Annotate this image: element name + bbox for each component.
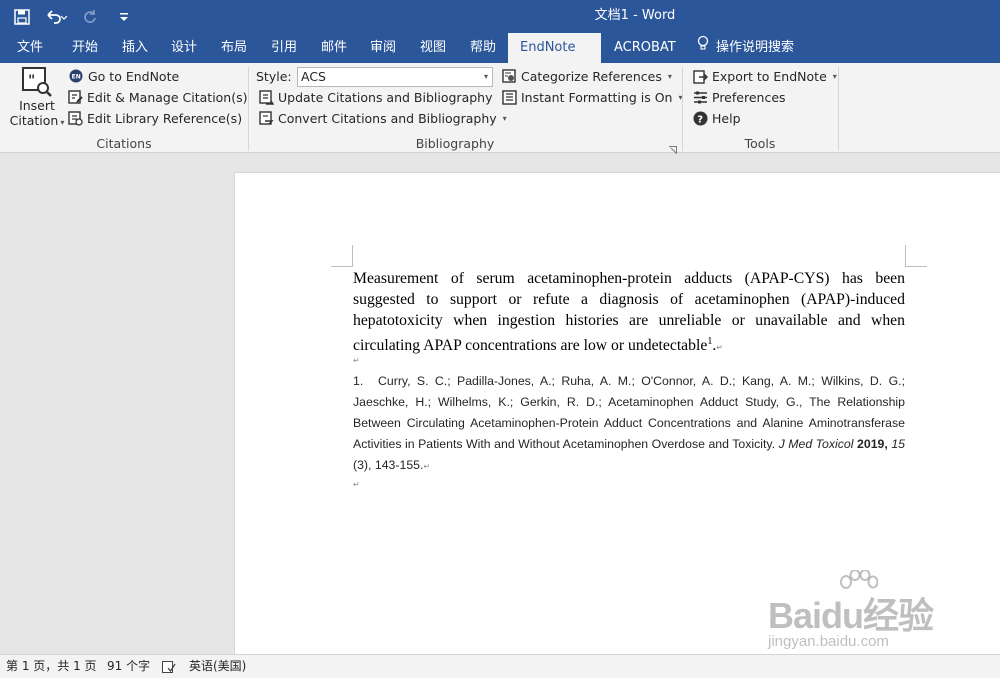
help-button[interactable]: ? Help — [693, 108, 741, 128]
insert-label: Insert — [19, 98, 55, 113]
tell-me-label: 操作说明搜索 — [716, 40, 795, 55]
categorize-icon — [502, 68, 517, 84]
bibliography-entry[interactable]: 1. Curry, S. C.; Padilla-Jones, A.; Ruha,… — [353, 371, 905, 477]
update-citations-button[interactable]: Update Citations and Bibliography — [259, 87, 493, 107]
help-icon: ? — [693, 111, 708, 126]
paragraph-mark: ↵ — [423, 462, 431, 471]
tab-help[interactable]: 帮助 — [460, 33, 506, 63]
convert-bibliography-icon — [259, 110, 274, 126]
language-indicator[interactable]: 英语(美国) — [189, 655, 246, 677]
insert-citation-icon: " — [21, 66, 53, 98]
page-count[interactable]: 第 1 页，共 1 页 — [6, 655, 97, 677]
tab-acrobat[interactable]: ACROBAT — [604, 33, 686, 63]
svg-text:?: ? — [697, 114, 703, 125]
edit-citation-icon — [68, 89, 83, 105]
word-count[interactable]: 91 个字 — [107, 655, 150, 677]
baidu-watermark: Baidu经验 jingyan.baidu.com — [760, 570, 960, 655]
edit-library-reference-button[interactable]: Edit Library Reference(s) — [68, 108, 242, 128]
tell-me-search[interactable]: 操作说明搜索 — [686, 33, 804, 63]
tab-review[interactable]: 审阅 — [360, 33, 406, 63]
tools-group-label: Tools — [744, 136, 776, 151]
export-icon — [693, 69, 708, 84]
export-to-endnote-button[interactable]: Export to EndNote ▾ — [693, 66, 837, 86]
watermark-brand: Baidu经验 — [768, 595, 934, 636]
paragraph-mark: ↵ — [353, 356, 360, 365]
group-divider — [682, 67, 683, 151]
svg-text:": " — [28, 73, 35, 89]
tab-references[interactable]: 引用 — [261, 33, 307, 63]
lightbulb-icon — [696, 33, 710, 63]
ribbon-tabs: 文件 开始 插入 设计 布局 引用 邮件 审阅 视图 帮助 EndNote X8… — [0, 33, 1000, 85]
body-paragraph[interactable]: Measurement of serum acetaminophen-prote… — [353, 268, 905, 358]
paragraph-mark: ↵ — [353, 480, 360, 489]
edit-manage-citations-button[interactable]: Edit & Manage Citation(s) — [68, 87, 248, 107]
crop-mark-top-left — [331, 245, 353, 267]
status-bar: 第 1 页，共 1 页 91 个字 英语(美国) — [0, 654, 1000, 678]
bibliography-group-label: Bibliography — [415, 136, 495, 151]
go-to-endnote-button[interactable]: EN Go to EndNote — [69, 66, 179, 86]
window-title: 文档1 - Word — [594, 8, 676, 23]
endnote-icon: EN — [69, 69, 84, 84]
instant-formatting-icon — [502, 89, 517, 105]
crop-mark-top-right — [905, 245, 927, 267]
convert-citations-button[interactable]: Convert Citations and Bibliography ▾ — [259, 108, 507, 128]
svg-text:EN: EN — [72, 73, 81, 80]
update-bibliography-icon — [259, 89, 275, 105]
insert-citation-button[interactable]: " Insert Citation ▾ — [8, 66, 66, 134]
group-divider — [248, 67, 249, 151]
tab-design[interactable]: 设计 — [161, 33, 207, 63]
citation-label: Citation ▾ — [9, 113, 65, 128]
ribbon: " Insert Citation ▾ EN Go to EndNote Edit… — [0, 63, 1000, 154]
tab-mailings[interactable]: 邮件 — [311, 33, 357, 63]
dialog-launcher-icon[interactable] — [669, 139, 677, 154]
tab-layout[interactable]: 布局 — [211, 33, 257, 63]
preferences-button[interactable]: Preferences — [693, 87, 786, 107]
tab-file[interactable]: 文件 — [7, 33, 53, 63]
edit-library-icon — [68, 110, 83, 126]
instant-formatting-button[interactable]: Instant Formatting is On ▾ — [502, 87, 682, 107]
preferences-icon — [693, 90, 708, 105]
tab-endnote[interactable]: EndNote X8 — [508, 33, 601, 85]
title-bar: 文档1 - Word — [0, 0, 1000, 33]
citations-group-label: Citations — [96, 136, 152, 151]
watermark-url: jingyan.baidu.com — [768, 633, 889, 650]
proofing-icon[interactable] — [162, 659, 176, 678]
tab-home[interactable]: 开始 — [62, 33, 108, 63]
tab-view[interactable]: 视图 — [410, 33, 456, 63]
paragraph-mark: ↵ — [716, 343, 723, 353]
tab-insert[interactable]: 插入 — [112, 33, 158, 63]
group-divider — [838, 67, 839, 151]
categorize-references-button[interactable]: Categorize References ▾ — [502, 66, 672, 86]
style-select[interactable]: ACS ▾ — [297, 67, 493, 87]
dropdown-arrow-icon: ▾ — [483, 72, 488, 81]
style-label: Style: — [256, 68, 292, 84]
